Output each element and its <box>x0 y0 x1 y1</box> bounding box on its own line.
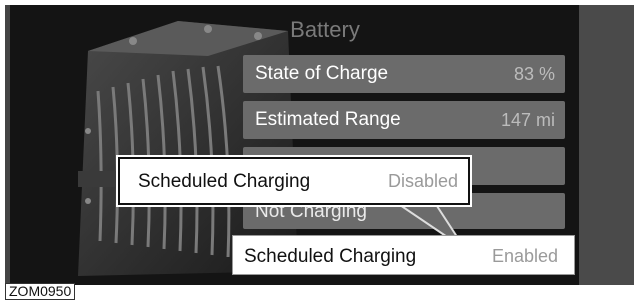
figure-id: ZOM0950 <box>5 283 76 300</box>
enabled-option-value: Enabled <box>491 246 558 266</box>
battery-screen: Battery State of Charge 83 % Estimated R… <box>10 5 579 285</box>
scheduled-charging-enabled-option[interactable]: Scheduled Charging Enabled <box>232 235 575 275</box>
display-frame: Battery State of Charge 83 % Estimated R… <box>5 5 634 285</box>
state-of-charge-value: 83 % <box>513 64 555 84</box>
estimated-range-value: 147 mi <box>500 110 555 130</box>
callout-label: Scheduled Charging <box>138 171 311 192</box>
estimated-range-label: Estimated Range <box>255 109 401 130</box>
estimated-range-row[interactable]: Estimated Range 147 mi <box>243 101 565 139</box>
callout-value: Disabled <box>387 171 458 191</box>
state-of-charge-row[interactable]: State of Charge 83 % <box>243 55 565 93</box>
page-title: Battery <box>290 17 360 42</box>
scheduled-charging-disabled-callout: Scheduled Charging Disabled <box>118 157 470 205</box>
state-of-charge-label: State of Charge <box>255 63 389 84</box>
enabled-option-label: Scheduled Charging <box>244 246 417 267</box>
right-bezel <box>579 5 634 285</box>
